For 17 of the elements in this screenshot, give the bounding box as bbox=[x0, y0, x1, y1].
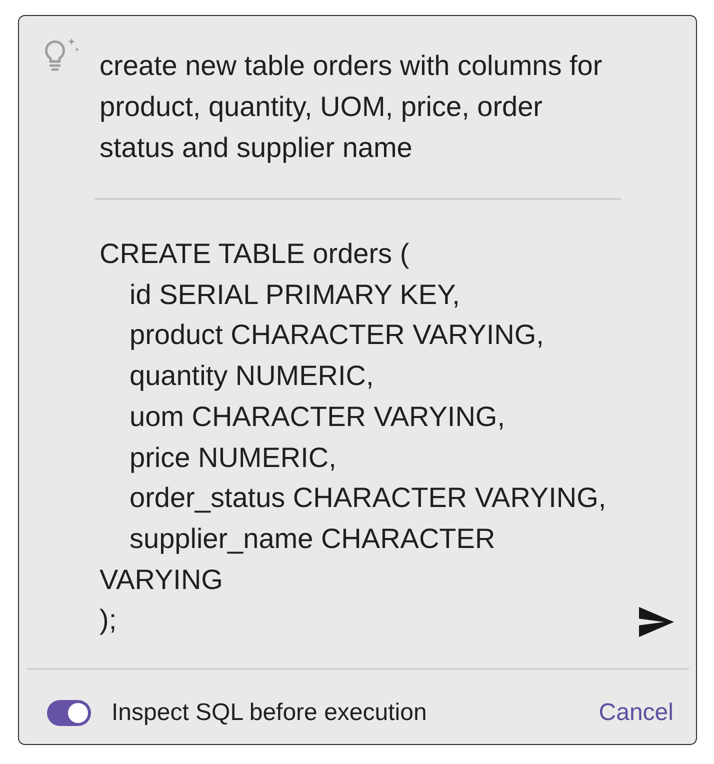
toggle-switch[interactable] bbox=[46, 700, 90, 726]
toggle-knob-icon bbox=[68, 702, 88, 723]
sql-code-line: product CHARACTER VARYING, bbox=[130, 318, 544, 352]
toggle-label: Inspect SQL before execution bbox=[112, 698, 427, 728]
sql-code-line: ); bbox=[100, 603, 117, 638]
sql-code-line: supplier_name CHARACTER bbox=[130, 522, 496, 556]
sql-code-line: price NUMERIC, bbox=[130, 440, 336, 475]
sql-code-line: uom CHARACTER VARYING, bbox=[130, 400, 505, 434]
send-button[interactable] bbox=[638, 606, 674, 637]
sql-code-line: VARYING bbox=[100, 562, 223, 597]
sql-code-line: CREATE TABLE orders ( bbox=[100, 237, 410, 271]
send-icon bbox=[638, 606, 674, 637]
sql-code-line: quantity NUMERIC, bbox=[130, 359, 374, 394]
sql-code-line: order_status CHARACTER VARYING, bbox=[130, 481, 606, 516]
sql-code-line: id SERIAL PRIMARY KEY, bbox=[130, 278, 460, 312]
cancel-button[interactable]: Cancel bbox=[598, 698, 674, 728]
prompt-text: create new table orders with columns for product, quantity, UOM, price, order status and supplier name bbox=[100, 49, 604, 165]
